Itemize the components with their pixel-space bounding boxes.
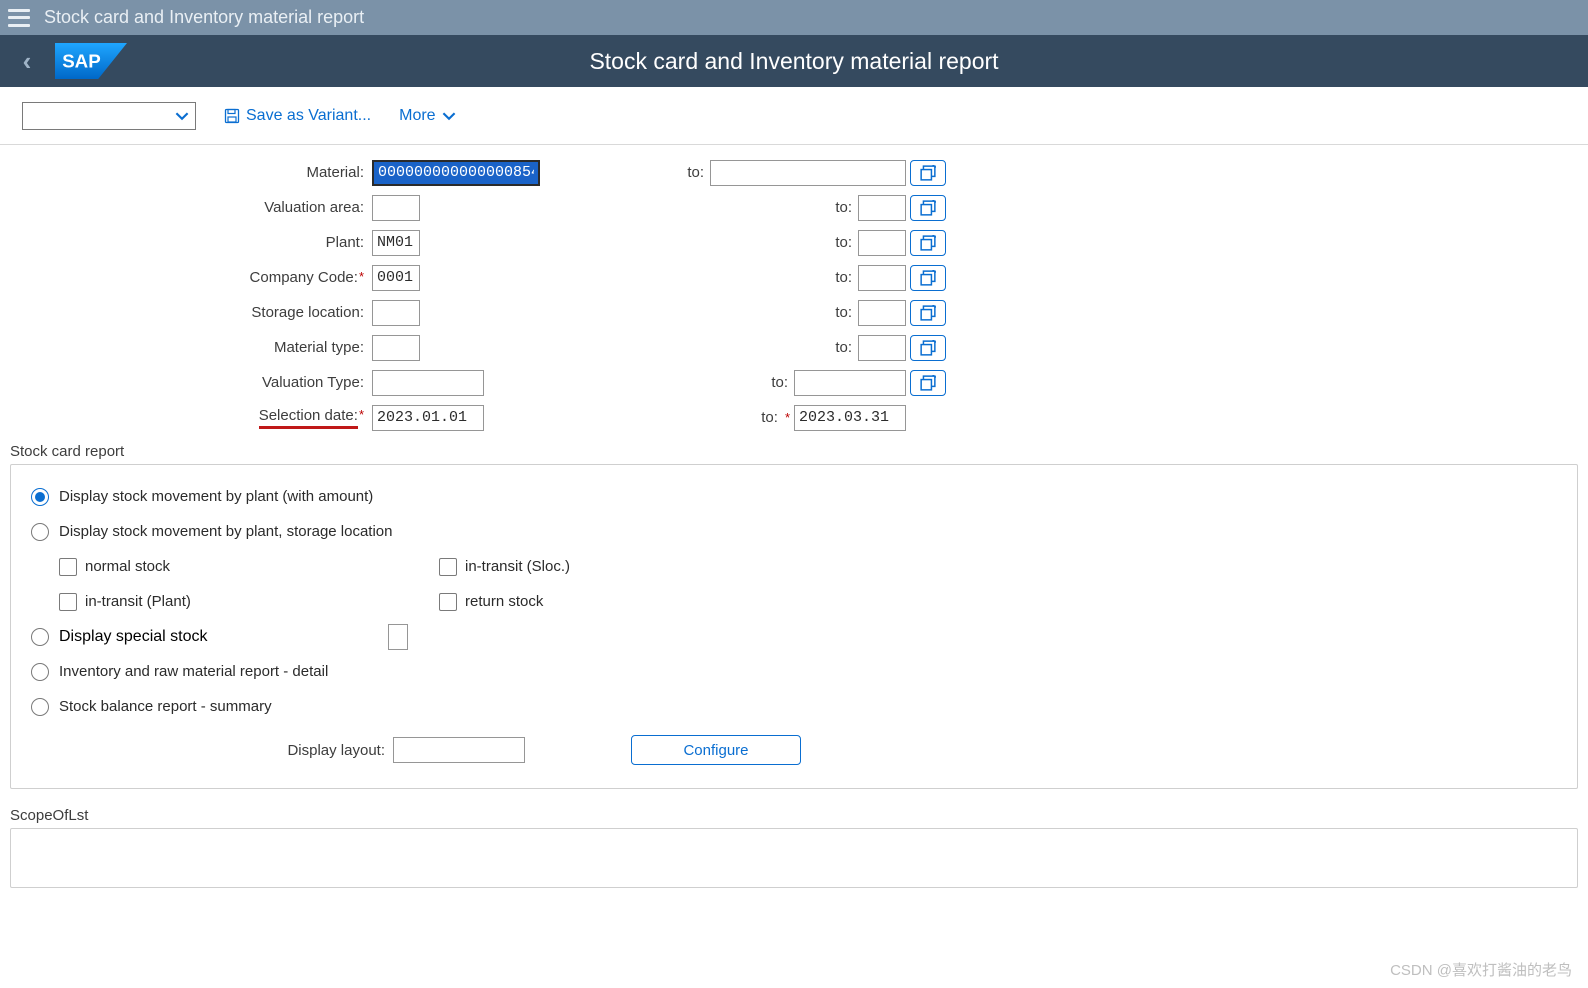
to-label: to:	[835, 234, 852, 251]
label-storage-location: Storage location:	[10, 304, 372, 321]
chevron-down-icon	[442, 109, 456, 123]
label-company-code: Company Code:*	[10, 269, 372, 286]
configure-button[interactable]: Configure	[631, 735, 801, 765]
material-type-input[interactable]	[372, 335, 420, 361]
multi-select-button-material[interactable]	[910, 160, 946, 186]
multi-select-button-material-type[interactable]	[910, 335, 946, 361]
checkbox-normal-stock[interactable]	[59, 558, 77, 576]
required-star: *	[359, 407, 364, 422]
label-material-type: Material type:	[10, 339, 372, 356]
multi-select-button-valuation-area[interactable]	[910, 195, 946, 221]
selection-date-to-input[interactable]	[794, 405, 906, 431]
valuation-type-to-input[interactable]	[794, 370, 906, 396]
sap-logo: SAP	[54, 43, 128, 79]
radio-by-plant-amount-label: Display stock movement by plant (with am…	[59, 488, 373, 505]
shell-title: Stock card and Inventory material report	[44, 7, 364, 28]
display-layout-input[interactable]	[393, 737, 525, 763]
checkbox-normal-stock-label: normal stock	[85, 558, 170, 575]
save-icon	[224, 108, 240, 124]
multiple-selection-icon	[920, 165, 936, 181]
multiple-selection-icon	[920, 270, 936, 286]
more-label: More	[399, 107, 435, 125]
special-stock-value-input[interactable]	[388, 624, 408, 650]
radio-balance-summary[interactable]	[31, 698, 49, 716]
radio-inventory-detail-label: Inventory and raw material report - deta…	[59, 663, 328, 680]
variant-dropdown[interactable]	[22, 102, 196, 130]
radio-by-plant-storage[interactable]	[31, 523, 49, 541]
label-plant: Plant:	[10, 234, 372, 251]
label-material: Material:	[10, 164, 372, 181]
checkbox-intransit-sloc[interactable]	[439, 558, 457, 576]
label-valuation-area: Valuation area:	[10, 199, 372, 216]
storage-location-to-input[interactable]	[858, 300, 906, 326]
material-to-input[interactable]	[710, 160, 906, 186]
multi-select-button-storage-location[interactable]	[910, 300, 946, 326]
watermark-text: CSDN @喜欢打酱油的老鸟	[1390, 959, 1572, 980]
valuation-type-input[interactable]	[372, 370, 484, 396]
to-label: to:	[835, 339, 852, 356]
multiple-selection-icon	[920, 235, 936, 251]
scope-of-list-group	[10, 828, 1578, 888]
save-as-variant-button[interactable]: Save as Variant...	[224, 107, 371, 125]
multiple-selection-icon	[920, 375, 936, 391]
page-title: Stock card and Inventory material report	[0, 48, 1588, 75]
to-label: to:	[835, 199, 852, 216]
plant-input[interactable]	[372, 230, 420, 256]
to-label: to:	[771, 374, 788, 391]
configure-label: Configure	[683, 742, 748, 759]
shell-header: Stock card and Inventory material report	[0, 0, 1588, 35]
radio-special-stock-label: Display special stock	[59, 628, 208, 646]
more-menu-button[interactable]: More	[399, 107, 455, 125]
checkbox-return-stock[interactable]	[439, 593, 457, 611]
multiple-selection-icon	[920, 200, 936, 216]
multi-select-button-valuation-type[interactable]	[910, 370, 946, 396]
chevron-down-icon	[175, 109, 189, 123]
svg-text:SAP: SAP	[62, 50, 100, 71]
company-code-to-input[interactable]	[858, 265, 906, 291]
radio-balance-summary-label: Stock balance report - summary	[59, 698, 272, 715]
required-star: *	[785, 410, 790, 425]
material-input[interactable]	[372, 160, 540, 186]
checkbox-return-stock-label: return stock	[465, 593, 543, 610]
save-as-variant-label: Save as Variant...	[246, 107, 371, 125]
checkbox-intransit-plant-label: in-transit (Plant)	[85, 593, 191, 610]
label-display-layout: Display layout:	[31, 742, 393, 759]
storage-location-input[interactable]	[372, 300, 420, 326]
radio-by-plant-storage-label: Display stock movement by plant, storage…	[59, 523, 393, 540]
app-header: ‹ SAP Stock card and Inventory material …	[0, 35, 1588, 87]
material-type-to-input[interactable]	[858, 335, 906, 361]
section-title-stock-card: Stock card report	[10, 443, 1578, 460]
required-star: *	[359, 269, 364, 284]
valuation-area-input[interactable]	[372, 195, 420, 221]
multi-select-button-company-code[interactable]	[910, 265, 946, 291]
selection-date-input[interactable]	[372, 405, 484, 431]
to-label: to:	[835, 269, 852, 286]
toolbar: Save as Variant... More	[0, 87, 1588, 145]
to-label: to:	[835, 304, 852, 321]
radio-by-plant-amount[interactable]	[31, 488, 49, 506]
radio-special-stock[interactable]	[31, 628, 49, 646]
menu-icon[interactable]	[8, 9, 30, 27]
label-valuation-type: Valuation Type:	[10, 374, 372, 391]
multiple-selection-icon	[920, 340, 936, 356]
selection-criteria: Material: to: Valuation area: to: Plant:…	[10, 155, 1578, 435]
multiple-selection-icon	[920, 305, 936, 321]
checkbox-intransit-plant[interactable]	[59, 593, 77, 611]
checkbox-intransit-sloc-label: in-transit (Sloc.)	[465, 558, 570, 575]
multi-select-button-plant[interactable]	[910, 230, 946, 256]
plant-to-input[interactable]	[858, 230, 906, 256]
valuation-area-to-input[interactable]	[858, 195, 906, 221]
to-label: to:	[761, 409, 778, 426]
company-code-input[interactable]	[372, 265, 420, 291]
to-label: to:	[687, 164, 704, 181]
back-button[interactable]: ‹	[6, 46, 48, 77]
radio-inventory-detail[interactable]	[31, 663, 49, 681]
stock-card-group: Display stock movement by plant (with am…	[10, 464, 1578, 789]
label-selection-date: Selection date:*	[10, 407, 372, 429]
section-title-scope: ScopeOfLst	[10, 807, 1578, 824]
